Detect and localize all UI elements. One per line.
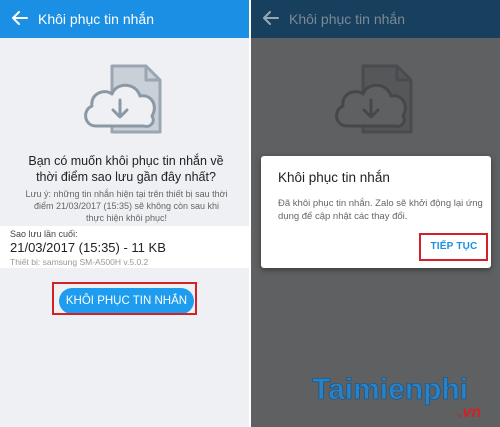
dialog-message: Đã khôi phục tin nhắn. Zalo sẽ khởi động… xyxy=(278,198,483,222)
back-arrow-icon xyxy=(261,8,281,28)
app-header: Khôi phục tin nhắn xyxy=(251,0,500,38)
page-title: Khôi phục tin nhắn xyxy=(38,11,154,27)
svg-text:.vn: .vn xyxy=(458,404,481,421)
page-title: Khôi phục tin nhắn xyxy=(289,11,405,27)
last-backup-label: Sao lưu lần cuối: xyxy=(10,229,78,239)
highlight-box xyxy=(52,282,197,315)
cloud-download-icon xyxy=(78,60,178,140)
restore-question: Bạn có muốn khôi phục tin nhắn về thời đ… xyxy=(28,154,224,184)
svg-text:Taimienphi: Taimienphi xyxy=(312,373,468,406)
dialog-title: Khôi phục tin nhắn xyxy=(278,170,390,185)
back-arrow-icon[interactable] xyxy=(10,8,30,28)
last-backup-value: 21/03/2017 (15:35) - 11 KB xyxy=(10,240,166,255)
left-screen: Khôi phục tin nhắn Bạn có muốn khôi phục… xyxy=(0,0,249,427)
restore-warning-note: Lưu ý: những tin nhắn hiện tại trên thiế… xyxy=(25,189,228,223)
app-header: Khôi phục tin nhắn xyxy=(0,0,249,38)
last-backup-card: Sao lưu lần cuối: 21/03/2017 (15:35) - 1… xyxy=(0,226,249,268)
taimienphi-watermark-logo: Taimienphi .vn xyxy=(308,367,498,423)
device-info: Thiết bị: samsung SM-A500H v.5.0.2 xyxy=(10,257,149,267)
right-screen: Khôi phục tin nhắn Khôi phục tin nhắn Đã… xyxy=(251,0,500,427)
highlight-box xyxy=(419,233,488,261)
restore-complete-dialog: Khôi phục tin nhắn Đã khôi phục tin nhắn… xyxy=(261,156,491,268)
